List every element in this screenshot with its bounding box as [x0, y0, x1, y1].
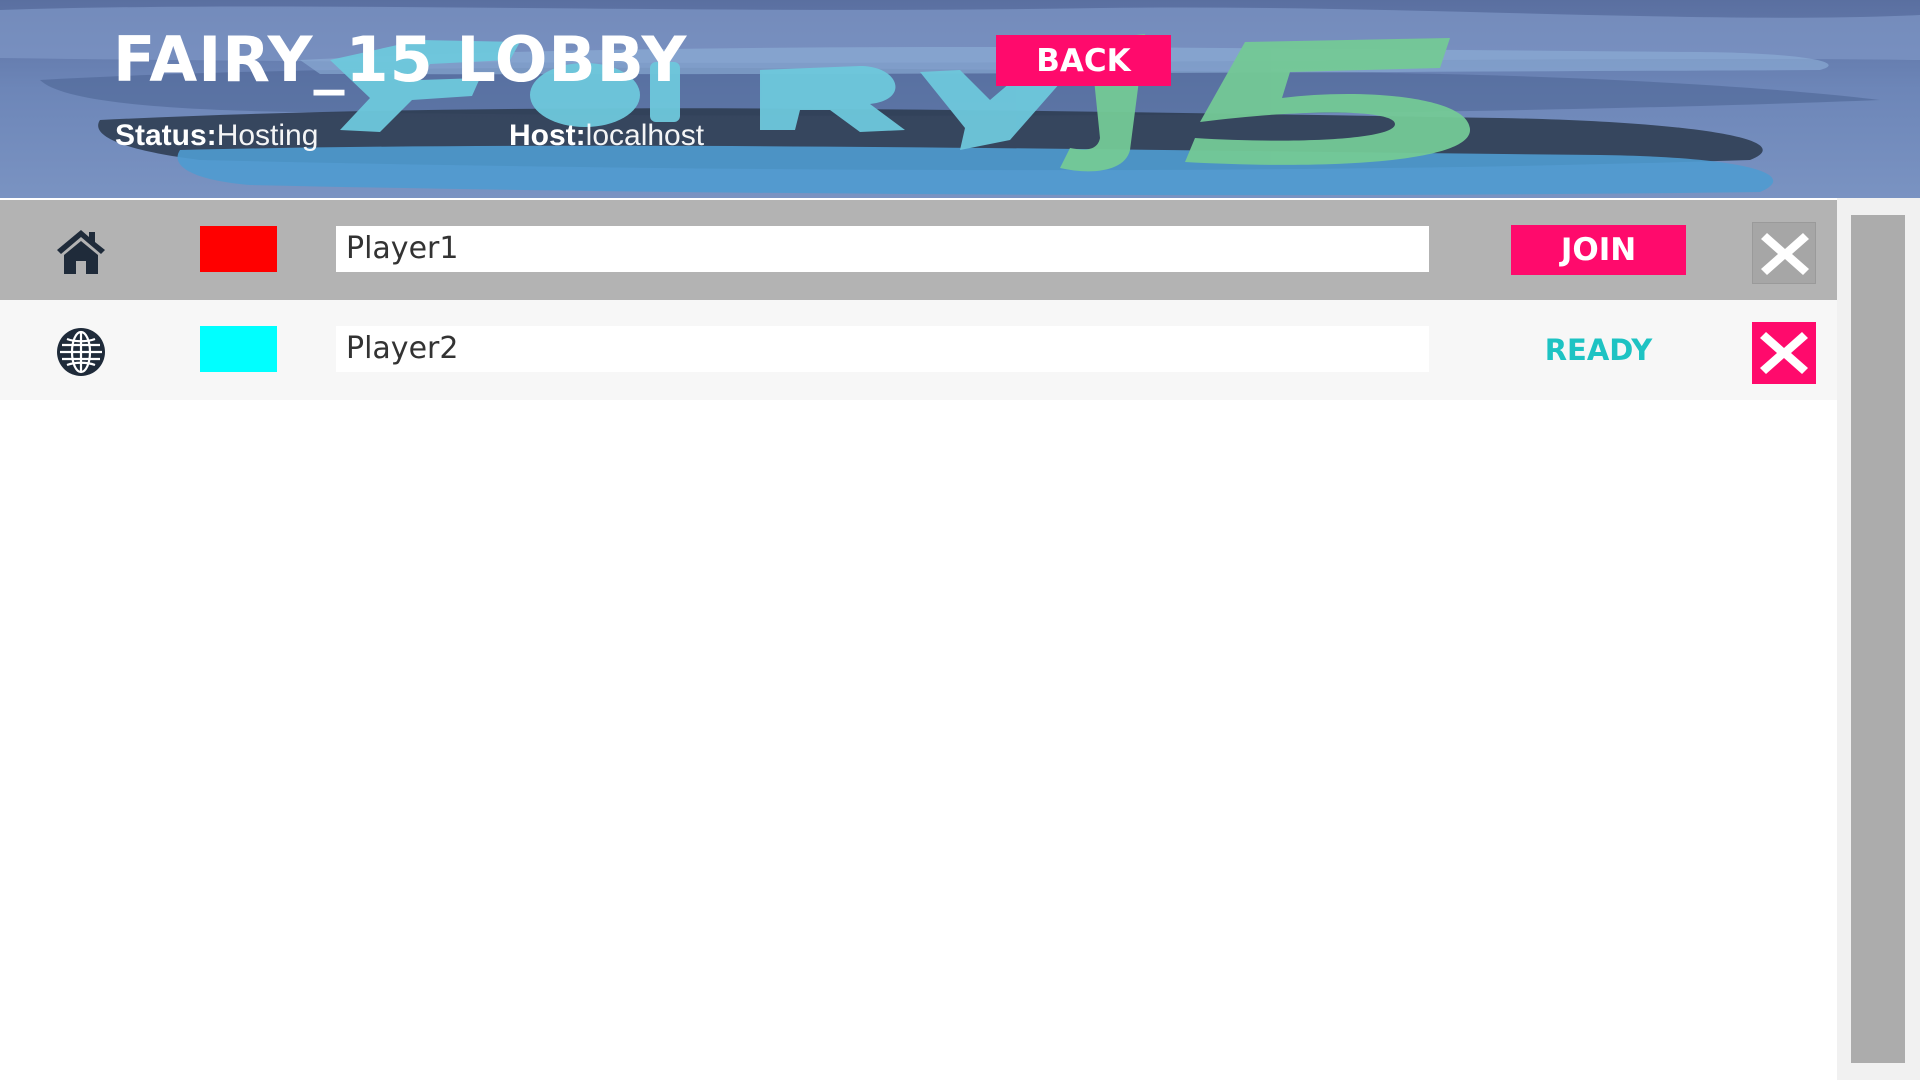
player-row-local: JOIN [0, 200, 1837, 300]
home-icon [55, 226, 107, 278]
remove-player-button[interactable] [1752, 322, 1816, 384]
status-value: Hosting [216, 119, 319, 152]
scrollbar-thumb[interactable] [1851, 215, 1905, 1063]
join-button[interactable]: JOIN [1511, 225, 1686, 275]
host-value: localhost [585, 119, 705, 152]
back-button[interactable]: BACK [996, 35, 1171, 86]
lobby-title: FAIRY_15 LOBBY [113, 23, 688, 96]
host-label: Host: [509, 119, 586, 152]
scrollbar-track[interactable] [1837, 198, 1920, 1080]
remove-player-button[interactable] [1752, 222, 1816, 284]
lobby-header: FAIRY_15 LOBBY Status:Hosting Host:local… [0, 0, 1920, 198]
player-color-swatch[interactable] [200, 326, 277, 372]
player-list: JOIN READY [0, 198, 1837, 1080]
player-name-input[interactable] [336, 326, 1429, 372]
lobby-status: Status:Hosting [115, 116, 318, 156]
ready-status: READY [1544, 333, 1653, 367]
globe-icon [55, 326, 107, 378]
player-row-remote: READY [0, 300, 1837, 400]
close-icon [1760, 332, 1808, 374]
close-icon [1761, 233, 1809, 275]
status-label: Status: [115, 119, 217, 152]
player-color-swatch[interactable] [200, 226, 277, 272]
lobby-host: Host:localhost [509, 116, 704, 156]
player-name-input[interactable] [336, 226, 1429, 272]
